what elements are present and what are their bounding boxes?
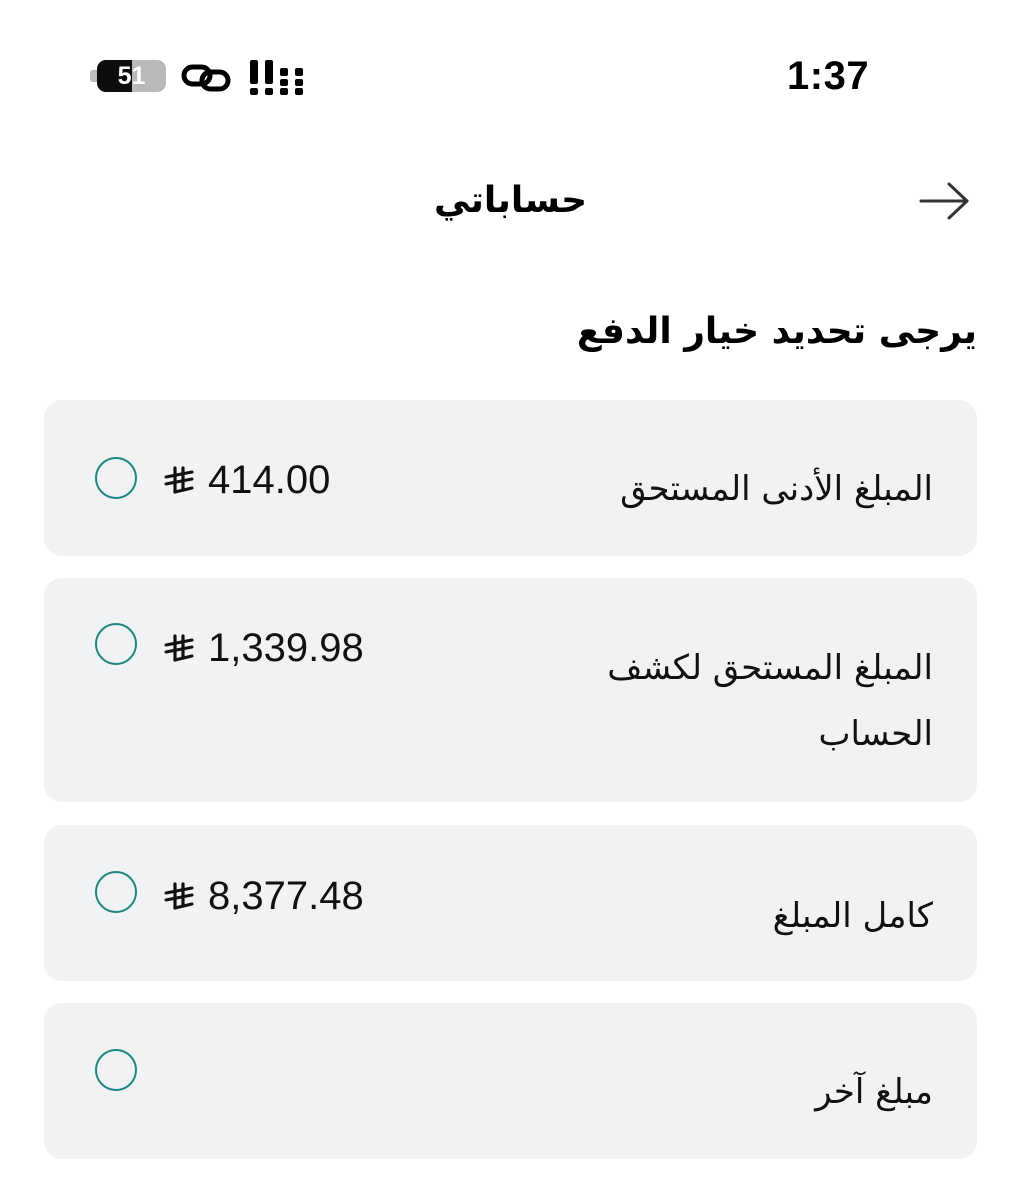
option-label: المبلغ الأدنى المستحق bbox=[620, 469, 933, 509]
payment-option-full[interactable]: 8,377.48 كامل المبلغ bbox=[44, 825, 977, 981]
battery-level: 51 bbox=[117, 62, 146, 90]
amount: 1,339.98 bbox=[164, 626, 364, 670]
option-label: كامل المبلغ bbox=[772, 896, 933, 936]
signal-icon bbox=[250, 60, 303, 95]
battery-nub bbox=[90, 70, 97, 82]
radio-button[interactable] bbox=[95, 623, 137, 665]
amount: 414.00 bbox=[164, 458, 330, 502]
section-title: يرجى تحديد خيار الدفع bbox=[576, 311, 977, 352]
payment-option-statement[interactable]: 1,339.98 المبلغ المستحق لكشف الحساب bbox=[44, 578, 977, 802]
link-icon bbox=[181, 64, 231, 92]
amount-value: 414.00 bbox=[208, 458, 331, 502]
header: حساباتي bbox=[0, 160, 1021, 250]
arrow-right-icon[interactable] bbox=[915, 178, 975, 224]
radio-button[interactable] bbox=[95, 1049, 137, 1091]
option-label: المبلغ المستحق لكشف الحساب bbox=[607, 648, 933, 754]
riyal-icon bbox=[164, 634, 194, 662]
status-bar: 51 1:37 bbox=[0, 0, 1021, 150]
radio-button[interactable] bbox=[95, 457, 137, 499]
payment-option-other[interactable]: مبلغ آخر bbox=[44, 1003, 977, 1159]
status-time: 1:37 bbox=[787, 54, 870, 98]
battery-body: 51 bbox=[97, 60, 166, 92]
riyal-icon bbox=[164, 882, 194, 910]
payment-option-minimum[interactable]: 414.00 المبلغ الأدنى المستحق bbox=[44, 400, 977, 556]
amount-value: 1,339.98 bbox=[208, 626, 364, 670]
battery-icon: 51 bbox=[90, 60, 166, 92]
amount-value: 8,377.48 bbox=[208, 874, 364, 918]
amount: 8,377.48 bbox=[164, 874, 364, 918]
option-label: مبلغ آخر bbox=[815, 1072, 933, 1112]
riyal-icon bbox=[164, 466, 194, 494]
radio-button[interactable] bbox=[95, 871, 137, 913]
page-title: حساباتي bbox=[433, 180, 588, 221]
